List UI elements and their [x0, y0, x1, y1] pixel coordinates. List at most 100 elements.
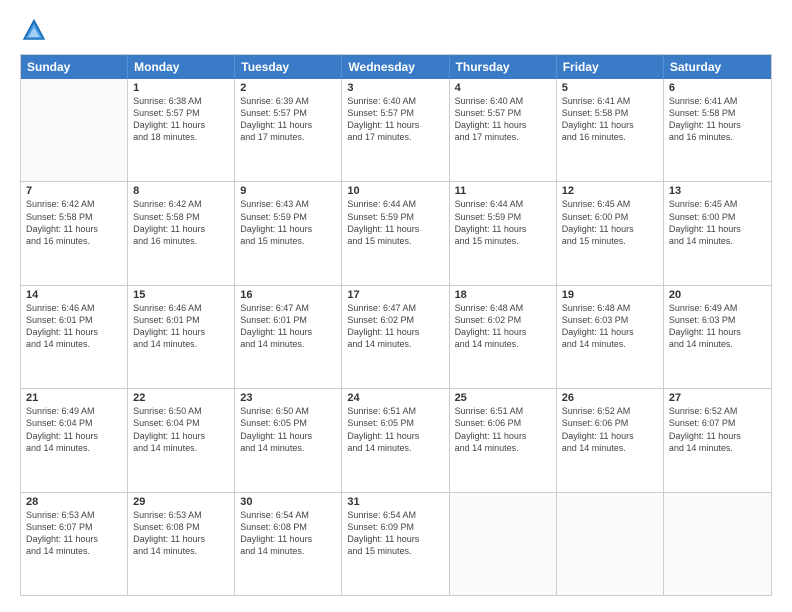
day-number: 26 — [562, 392, 658, 404]
day-number: 25 — [455, 392, 551, 404]
day-number: 7 — [26, 185, 122, 197]
calendar-row-1: 7Sunrise: 6:42 AM Sunset: 5:58 PM Daylig… — [21, 181, 771, 284]
calendar-cell: 8Sunrise: 6:42 AM Sunset: 5:58 PM Daylig… — [128, 182, 235, 284]
day-number: 19 — [562, 289, 658, 301]
calendar-body: 1Sunrise: 6:38 AM Sunset: 5:57 PM Daylig… — [21, 79, 771, 595]
day-number: 2 — [240, 82, 336, 94]
calendar-cell: 24Sunrise: 6:51 AM Sunset: 6:05 PM Dayli… — [342, 389, 449, 491]
calendar-cell: 28Sunrise: 6:53 AM Sunset: 6:07 PM Dayli… — [21, 493, 128, 595]
calendar-cell: 10Sunrise: 6:44 AM Sunset: 5:59 PM Dayli… — [342, 182, 449, 284]
day-info: Sunrise: 6:48 AM Sunset: 6:02 PM Dayligh… — [455, 302, 551, 351]
day-number: 1 — [133, 82, 229, 94]
day-info: Sunrise: 6:41 AM Sunset: 5:58 PM Dayligh… — [669, 95, 766, 144]
header-cell-tuesday: Tuesday — [235, 55, 342, 79]
day-info: Sunrise: 6:44 AM Sunset: 5:59 PM Dayligh… — [347, 198, 443, 247]
day-info: Sunrise: 6:54 AM Sunset: 6:08 PM Dayligh… — [240, 509, 336, 558]
calendar-cell: 20Sunrise: 6:49 AM Sunset: 6:03 PM Dayli… — [664, 286, 771, 388]
day-number: 12 — [562, 185, 658, 197]
calendar-row-2: 14Sunrise: 6:46 AM Sunset: 6:01 PM Dayli… — [21, 285, 771, 388]
day-info: Sunrise: 6:49 AM Sunset: 6:04 PM Dayligh… — [26, 405, 122, 454]
calendar: SundayMondayTuesdayWednesdayThursdayFrid… — [20, 54, 772, 596]
calendar-header: SundayMondayTuesdayWednesdayThursdayFrid… — [21, 55, 771, 79]
header-cell-saturday: Saturday — [664, 55, 771, 79]
day-number: 20 — [669, 289, 766, 301]
calendar-cell — [557, 493, 664, 595]
day-info: Sunrise: 6:42 AM Sunset: 5:58 PM Dayligh… — [26, 198, 122, 247]
day-number: 29 — [133, 496, 229, 508]
calendar-cell: 15Sunrise: 6:46 AM Sunset: 6:01 PM Dayli… — [128, 286, 235, 388]
calendar-cell: 2Sunrise: 6:39 AM Sunset: 5:57 PM Daylig… — [235, 79, 342, 181]
header-cell-monday: Monday — [128, 55, 235, 79]
day-info: Sunrise: 6:41 AM Sunset: 5:58 PM Dayligh… — [562, 95, 658, 144]
calendar-cell: 25Sunrise: 6:51 AM Sunset: 6:06 PM Dayli… — [450, 389, 557, 491]
day-info: Sunrise: 6:42 AM Sunset: 5:58 PM Dayligh… — [133, 198, 229, 247]
day-info: Sunrise: 6:54 AM Sunset: 6:09 PM Dayligh… — [347, 509, 443, 558]
day-info: Sunrise: 6:43 AM Sunset: 5:59 PM Dayligh… — [240, 198, 336, 247]
calendar-cell: 7Sunrise: 6:42 AM Sunset: 5:58 PM Daylig… — [21, 182, 128, 284]
day-info: Sunrise: 6:52 AM Sunset: 6:07 PM Dayligh… — [669, 405, 766, 454]
day-info: Sunrise: 6:53 AM Sunset: 6:07 PM Dayligh… — [26, 509, 122, 558]
calendar-cell — [664, 493, 771, 595]
day-number: 8 — [133, 185, 229, 197]
calendar-cell: 23Sunrise: 6:50 AM Sunset: 6:05 PM Dayli… — [235, 389, 342, 491]
day-number: 4 — [455, 82, 551, 94]
day-info: Sunrise: 6:47 AM Sunset: 6:01 PM Dayligh… — [240, 302, 336, 351]
calendar-cell: 3Sunrise: 6:40 AM Sunset: 5:57 PM Daylig… — [342, 79, 449, 181]
calendar-cell: 22Sunrise: 6:50 AM Sunset: 6:04 PM Dayli… — [128, 389, 235, 491]
calendar-cell: 11Sunrise: 6:44 AM Sunset: 5:59 PM Dayli… — [450, 182, 557, 284]
day-info: Sunrise: 6:39 AM Sunset: 5:57 PM Dayligh… — [240, 95, 336, 144]
header-cell-sunday: Sunday — [21, 55, 128, 79]
header-cell-thursday: Thursday — [450, 55, 557, 79]
day-number: 21 — [26, 392, 122, 404]
calendar-cell: 30Sunrise: 6:54 AM Sunset: 6:08 PM Dayli… — [235, 493, 342, 595]
day-info: Sunrise: 6:44 AM Sunset: 5:59 PM Dayligh… — [455, 198, 551, 247]
calendar-row-0: 1Sunrise: 6:38 AM Sunset: 5:57 PM Daylig… — [21, 79, 771, 181]
day-number: 27 — [669, 392, 766, 404]
calendar-cell: 19Sunrise: 6:48 AM Sunset: 6:03 PM Dayli… — [557, 286, 664, 388]
day-number: 23 — [240, 392, 336, 404]
day-info: Sunrise: 6:50 AM Sunset: 6:04 PM Dayligh… — [133, 405, 229, 454]
calendar-row-4: 28Sunrise: 6:53 AM Sunset: 6:07 PM Dayli… — [21, 492, 771, 595]
day-info: Sunrise: 6:46 AM Sunset: 6:01 PM Dayligh… — [133, 302, 229, 351]
day-info: Sunrise: 6:45 AM Sunset: 6:00 PM Dayligh… — [669, 198, 766, 247]
calendar-cell: 21Sunrise: 6:49 AM Sunset: 6:04 PM Dayli… — [21, 389, 128, 491]
day-info: Sunrise: 6:51 AM Sunset: 6:06 PM Dayligh… — [455, 405, 551, 454]
day-number: 11 — [455, 185, 551, 197]
calendar-cell: 16Sunrise: 6:47 AM Sunset: 6:01 PM Dayli… — [235, 286, 342, 388]
day-number: 6 — [669, 82, 766, 94]
day-number: 5 — [562, 82, 658, 94]
day-info: Sunrise: 6:46 AM Sunset: 6:01 PM Dayligh… — [26, 302, 122, 351]
day-info: Sunrise: 6:52 AM Sunset: 6:06 PM Dayligh… — [562, 405, 658, 454]
logo-icon — [20, 16, 48, 44]
day-number: 16 — [240, 289, 336, 301]
day-number: 9 — [240, 185, 336, 197]
day-number: 13 — [669, 185, 766, 197]
calendar-cell: 4Sunrise: 6:40 AM Sunset: 5:57 PM Daylig… — [450, 79, 557, 181]
calendar-cell: 31Sunrise: 6:54 AM Sunset: 6:09 PM Dayli… — [342, 493, 449, 595]
calendar-cell — [450, 493, 557, 595]
day-number: 10 — [347, 185, 443, 197]
day-number: 15 — [133, 289, 229, 301]
day-number: 3 — [347, 82, 443, 94]
calendar-cell: 12Sunrise: 6:45 AM Sunset: 6:00 PM Dayli… — [557, 182, 664, 284]
calendar-cell: 1Sunrise: 6:38 AM Sunset: 5:57 PM Daylig… — [128, 79, 235, 181]
calendar-cell — [21, 79, 128, 181]
day-number: 31 — [347, 496, 443, 508]
day-number: 14 — [26, 289, 122, 301]
header — [20, 16, 772, 44]
day-info: Sunrise: 6:50 AM Sunset: 6:05 PM Dayligh… — [240, 405, 336, 454]
day-number: 28 — [26, 496, 122, 508]
day-info: Sunrise: 6:40 AM Sunset: 5:57 PM Dayligh… — [455, 95, 551, 144]
day-number: 22 — [133, 392, 229, 404]
day-number: 30 — [240, 496, 336, 508]
day-info: Sunrise: 6:49 AM Sunset: 6:03 PM Dayligh… — [669, 302, 766, 351]
calendar-row-3: 21Sunrise: 6:49 AM Sunset: 6:04 PM Dayli… — [21, 388, 771, 491]
calendar-cell: 13Sunrise: 6:45 AM Sunset: 6:00 PM Dayli… — [664, 182, 771, 284]
calendar-cell: 27Sunrise: 6:52 AM Sunset: 6:07 PM Dayli… — [664, 389, 771, 491]
calendar-cell: 18Sunrise: 6:48 AM Sunset: 6:02 PM Dayli… — [450, 286, 557, 388]
calendar-cell: 14Sunrise: 6:46 AM Sunset: 6:01 PM Dayli… — [21, 286, 128, 388]
calendar-cell: 9Sunrise: 6:43 AM Sunset: 5:59 PM Daylig… — [235, 182, 342, 284]
day-info: Sunrise: 6:47 AM Sunset: 6:02 PM Dayligh… — [347, 302, 443, 351]
day-info: Sunrise: 6:38 AM Sunset: 5:57 PM Dayligh… — [133, 95, 229, 144]
day-number: 17 — [347, 289, 443, 301]
